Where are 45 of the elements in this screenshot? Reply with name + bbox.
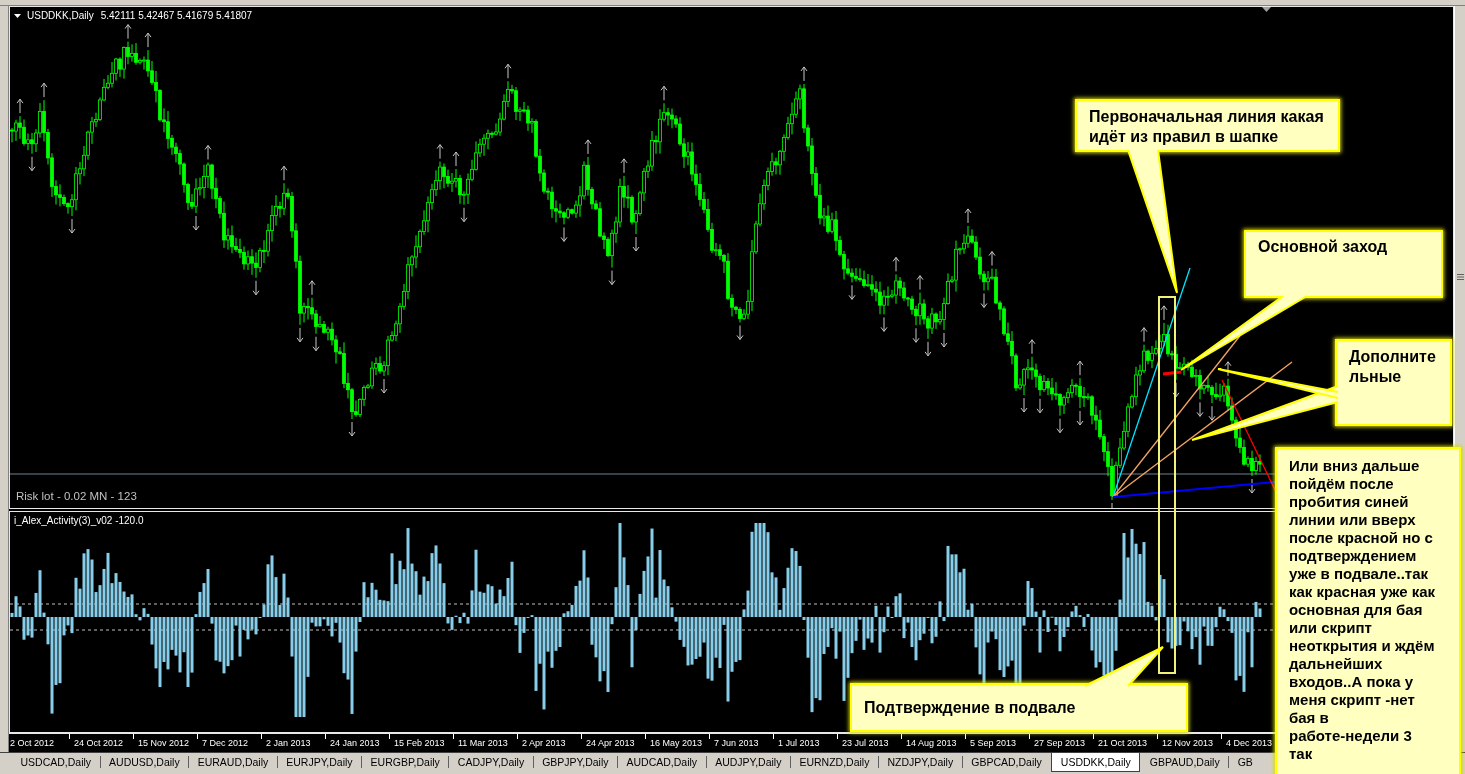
chart-tab[interactable]: GBPAUD,Daily xyxy=(1141,753,1229,771)
date-label: 16 May 2013 xyxy=(650,736,703,750)
date-label: 1 Jul 2013 xyxy=(778,736,820,750)
chart-tab[interactable]: USDDKK,Daily xyxy=(1051,753,1141,772)
date-label: 15 Nov 2012 xyxy=(138,736,190,750)
date-label: 12 Nov 2013 xyxy=(1162,736,1214,750)
chart-tab[interactable]: GBPCAD,Daily xyxy=(962,753,1051,771)
chart-tab[interactable]: EURNZD,Daily xyxy=(790,753,878,771)
indicator-label: i_Alex_Activity(3)_v02 -120.0 xyxy=(14,513,144,527)
ohlc-values: 5.42111 5.42467 5.41679 5.41807 xyxy=(100,9,253,23)
date-label: 7 Dec 2012 xyxy=(202,736,249,750)
date-label: 2 Jan 2013 xyxy=(266,736,311,750)
date-label: 14 Aug 2013 xyxy=(906,736,957,750)
date-label: 23 Jul 2013 xyxy=(842,736,889,750)
chart-tab[interactable]: EURAUD,Daily xyxy=(189,753,277,771)
date-label: 27 Sep 2013 xyxy=(1034,736,1086,750)
grip-icon[interactable] xyxy=(1456,274,1464,280)
caret-icon[interactable] xyxy=(14,14,21,18)
chart-tab[interactable]: AUDCAD,Daily xyxy=(618,753,706,771)
triangle-marker-icon[interactable] xyxy=(1262,7,1271,12)
chart-tab[interactable]: GBPJPY,Daily xyxy=(533,753,618,771)
chart-tab[interactable]: USDCAD,Daily xyxy=(12,753,100,771)
date-label: 4 Dec 2013 xyxy=(1226,736,1273,750)
date-label: 2 Oct 2012 xyxy=(10,736,55,750)
chart-tab[interactable]: AUDJPY,Daily xyxy=(706,753,790,771)
chart-tab[interactable]: EURJPY,Daily xyxy=(277,753,362,771)
date-label: 24 Oct 2012 xyxy=(74,736,124,750)
date-label: 2 Apr 2013 xyxy=(522,736,566,750)
date-label: 24 Jan 2013 xyxy=(330,736,380,750)
chart-tab[interactable]: EURGBP,Daily xyxy=(362,753,449,771)
date-label: 11 Mar 2013 xyxy=(458,736,508,750)
chart-tab[interactable]: CADJPY,Daily xyxy=(449,753,533,771)
callout-note: Или вниз дальше пойдём после пробития синей линии или вверх после красной но с подтверждением уже в подвале..так как красная уже как основная для бая или скрипт неоткрытия и ждём дальнейших входов..А пока у меня скрипт -нет бая в работе-недели 3 так xyxy=(1275,447,1461,774)
callout-note: Дополнительные xyxy=(1335,339,1452,426)
chart-symbol: USDDKK,Daily xyxy=(27,9,94,23)
date-label: 5 Sep 2013 xyxy=(970,736,1017,750)
risk-lot-label: Risk lot - 0.02 MN - 123 xyxy=(16,489,137,504)
chart-tab[interactable]: AUDUSD,Daily xyxy=(100,753,189,771)
date-label: 15 Feb 2013 xyxy=(394,736,445,750)
chart-tab[interactable]: GB xyxy=(1229,753,1262,771)
date-label: 7 Jun 2013 xyxy=(714,736,759,750)
date-label: 21 Oct 2013 xyxy=(1098,736,1148,750)
callout-note: Основной заход xyxy=(1244,230,1443,298)
date-label: 24 Apr 2013 xyxy=(586,736,635,750)
chart-tab[interactable]: NZDJPY,Daily xyxy=(878,753,962,771)
